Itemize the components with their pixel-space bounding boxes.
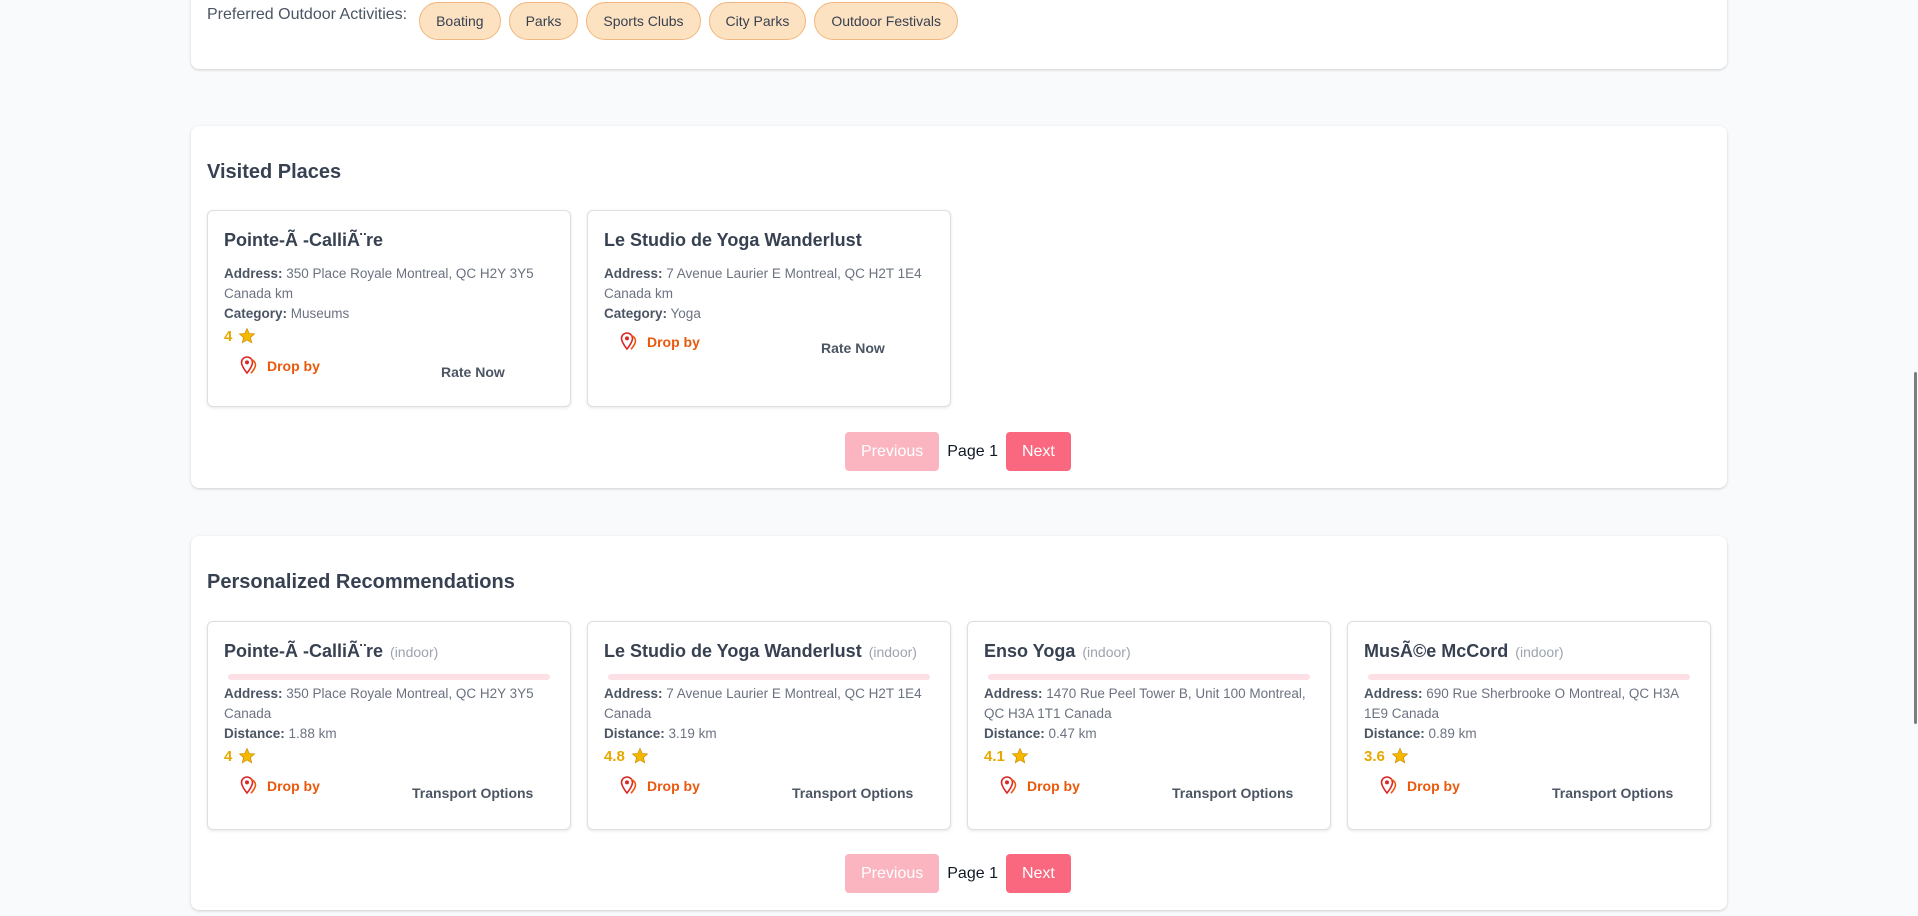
drop-by-button[interactable]: Drop by [620, 332, 700, 352]
activity-pill: Outdoor Festivals [814, 2, 959, 40]
place-name: Enso Yoga (indoor) [984, 641, 1131, 661]
recommendation-bar [228, 674, 550, 680]
place-name: Pointe-Ã -CalliÃ¨re [224, 230, 384, 250]
recommendation-card: Le Studio de Yoga Wanderlust (indoor) Ad… [587, 621, 951, 830]
visited-places-panel: Visited Places Pointe-Ã -CalliÃ¨re Addre… [191, 126, 1727, 488]
visited-place-card: Le Studio de Yoga Wanderlust Address: 7 … [587, 210, 951, 407]
recommendation-bar [988, 674, 1310, 680]
transport-options-button[interactable]: Transport Options [792, 785, 913, 801]
transport-options-button[interactable]: Transport Options [1172, 785, 1293, 801]
activity-pill: Boating [419, 2, 501, 40]
drop-by-button[interactable]: Drop by [1000, 776, 1080, 796]
next-page-button[interactable]: Next [1005, 432, 1071, 471]
drop-by-button[interactable]: Drop by [240, 356, 320, 376]
place-category: Category: Yoga [604, 306, 701, 321]
rate-now-button[interactable]: Rate Now [821, 340, 885, 356]
place-name: Le Studio de Yoga Wanderlust (indoor) [604, 641, 917, 661]
page-indicator: Page 1 [947, 864, 998, 882]
recommendation-bar [608, 674, 930, 680]
activity-pill: Parks [508, 2, 579, 40]
star-icon [238, 327, 256, 344]
drop-by-button[interactable]: Drop by [1380, 776, 1460, 796]
place-distance: Distance: 1.88 km [224, 726, 337, 741]
place-rating: 4.8 [604, 747, 649, 765]
activity-pill: City Parks [708, 2, 807, 40]
recommendation-card: Enso Yoga (indoor) Address: 1470 Rue Pee… [967, 621, 1331, 830]
map-pin-icon [240, 776, 257, 795]
place-address: Address: 350 Place Royale Montreal, QC H… [224, 266, 534, 301]
star-icon [1011, 747, 1029, 764]
recommendation-card: Pointe-Ã -CalliÃ¨re (indoor) Address: 35… [207, 621, 571, 830]
place-name: Pointe-Ã -CalliÃ¨re (indoor) [224, 641, 439, 661]
star-icon [238, 747, 256, 764]
place-address: Address: 1470 Rue Peel Tower B, Unit 100… [984, 686, 1306, 721]
preferred-activities-row: Preferred Outdoor Activities: Boating Pa… [207, 2, 966, 40]
place-rating: 4 [224, 327, 256, 345]
preferences-panel: Preferred Outdoor Activities: Boating Pa… [191, 0, 1727, 69]
place-distance: Distance: 0.47 km [984, 726, 1097, 741]
place-type-tag: (indoor) [390, 644, 439, 660]
star-icon [631, 747, 649, 764]
star-icon [1391, 747, 1409, 764]
recommendation-bar [1368, 674, 1690, 680]
map-pin-icon [240, 356, 257, 375]
transport-options-button[interactable]: Transport Options [1552, 785, 1673, 801]
recommendations-panel: Personalized Recommendations Pointe-Ã -C… [191, 536, 1727, 910]
map-pin-icon [620, 332, 637, 351]
place-distance: Distance: 3.19 km [604, 726, 717, 741]
page-indicator: Page 1 [947, 442, 998, 460]
recommendations-pagination: Previous Page 1 Next [845, 854, 1071, 893]
place-category: Category: Museums [224, 306, 350, 321]
recommendation-card: MusÃ©e McCord (indoor) Address: 690 Rue … [1347, 621, 1711, 830]
visited-places-title: Visited Places [207, 161, 342, 183]
scrollbar-thumb[interactable] [1914, 372, 1917, 724]
place-name: MusÃ©e McCord (indoor) [1364, 641, 1564, 661]
place-address: Address: 7 Avenue Laurier E Montreal, QC… [604, 686, 922, 721]
page-scrollbar[interactable] [1909, 0, 1918, 916]
place-address: Address: 7 Avenue Laurier E Montreal, QC… [604, 266, 922, 301]
drop-by-button[interactable]: Drop by [240, 776, 320, 796]
previous-page-button[interactable]: Previous [845, 432, 940, 471]
place-rating: 4 [224, 747, 256, 765]
map-pin-icon [620, 776, 637, 795]
place-type-tag: (indoor) [1515, 644, 1564, 660]
place-distance: Distance: 0.89 km [1364, 726, 1477, 741]
place-address: Address: 690 Rue Sherbrooke O Montreal, … [1364, 686, 1679, 721]
next-page-button[interactable]: Next [1005, 854, 1071, 893]
place-address: Address: 350 Place Royale Montreal, QC H… [224, 686, 534, 721]
visited-place-card: Pointe-Ã -CalliÃ¨re Address: 350 Place R… [207, 210, 571, 407]
visited-pagination: Previous Page 1 Next [845, 432, 1071, 471]
place-rating: 3.6 [1364, 747, 1409, 765]
map-pin-icon [1000, 776, 1017, 795]
previous-page-button[interactable]: Previous [845, 854, 940, 893]
drop-by-button[interactable]: Drop by [620, 776, 700, 796]
place-rating: 4.1 [984, 747, 1029, 765]
map-pin-icon [1380, 776, 1397, 795]
rate-now-button[interactable]: Rate Now [441, 364, 505, 380]
activity-pill: Sports Clubs [586, 2, 701, 40]
place-name: Le Studio de Yoga Wanderlust [604, 230, 862, 250]
place-type-tag: (indoor) [1082, 644, 1131, 660]
recommendations-title: Personalized Recommendations [207, 571, 515, 593]
transport-options-button[interactable]: Transport Options [412, 785, 533, 801]
preferred-activities-label: Preferred Outdoor Activities: [207, 6, 408, 23]
place-type-tag: (indoor) [868, 644, 917, 660]
